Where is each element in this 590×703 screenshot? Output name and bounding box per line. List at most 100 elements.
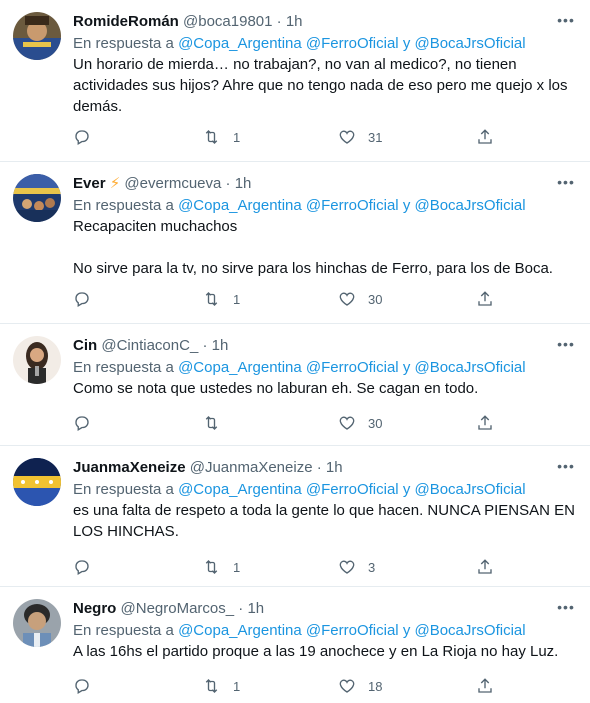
reply-button[interactable] — [73, 126, 91, 148]
like-button[interactable]: 31 — [338, 126, 382, 148]
display-name[interactable]: JuanmaXeneize — [73, 459, 186, 476]
tweet-header: Ever ⚡ @evermcueva · 1h — [73, 174, 576, 194]
reply-button[interactable] — [73, 288, 91, 310]
tweet-actions: 1 3 — [73, 556, 503, 578]
mention-conjunction: y — [402, 359, 411, 376]
mention-link[interactable]: @FerroOficial — [306, 359, 399, 376]
user-handle[interactable]: @evermcueva — [124, 175, 221, 192]
mention-conjunction: y — [402, 197, 411, 214]
share-icon — [478, 559, 492, 574]
share-icon — [478, 678, 492, 693]
user-handle[interactable]: @NegroMarcos_ — [121, 600, 235, 617]
mention-conjunction: y — [402, 622, 411, 639]
mention-link[interactable]: @FerroOficial — [306, 622, 399, 639]
mention-link[interactable]: @BocaJrsOficial — [414, 481, 525, 498]
display-name[interactable]: RomideRomán — [73, 13, 179, 30]
retweet-count: 1 — [233, 678, 241, 694]
heart-icon — [339, 292, 355, 306]
tweet-text: Como se nota que ustedes no laburan eh. … — [73, 380, 479, 397]
share-button[interactable] — [476, 556, 494, 578]
separator-dot: · — [276, 13, 282, 30]
tweet[interactable]: Ever ⚡ @evermcueva · 1h En respuesta a @… — [0, 162, 590, 324]
mention-link[interactable]: @Copa_Argentina — [178, 481, 302, 498]
avatar[interactable] — [13, 599, 61, 647]
retweet-count: 1 — [233, 559, 241, 575]
more-options-icon[interactable]: ••• — [556, 599, 576, 615]
separator-dot: · — [316, 459, 322, 476]
user-handle[interactable]: @JuanmaXeneize — [190, 459, 313, 476]
retweet-button[interactable]: 1 — [202, 675, 240, 697]
tweet-text: Recapaciten muchachos No sirve para la t… — [73, 218, 553, 277]
display-name[interactable]: Ever — [73, 175, 106, 192]
share-button[interactable] — [476, 288, 494, 310]
reply-prefix: En respuesta a — [73, 622, 174, 639]
like-button[interactable]: 30 — [338, 288, 382, 310]
more-options-icon[interactable]: ••• — [556, 336, 576, 352]
retweet-icon — [205, 679, 218, 693]
display-name[interactable]: Negro — [73, 600, 116, 617]
like-count: 30 — [368, 415, 383, 431]
retweet-count: 1 — [233, 129, 241, 145]
timestamp[interactable]: 1h — [212, 337, 229, 354]
timestamp[interactable]: 1h — [286, 13, 303, 30]
lightning-emoji: ⚡ — [109, 175, 121, 192]
mention-link[interactable]: @BocaJrsOficial — [414, 197, 525, 214]
reply-button[interactable] — [73, 412, 91, 434]
retweet-icon — [205, 292, 218, 306]
like-button[interactable]: 18 — [338, 675, 382, 697]
tweet[interactable]: RomideRomán @boca19801 · 1h En respuesta… — [0, 0, 590, 162]
like-button[interactable]: 30 — [338, 412, 382, 434]
reply-icon — [75, 560, 89, 575]
avatar[interactable] — [13, 12, 61, 60]
mention-link[interactable]: @BocaJrsOficial — [414, 35, 525, 52]
share-button[interactable] — [476, 126, 494, 148]
like-button[interactable]: 3 — [338, 556, 375, 578]
mention-link[interactable]: @FerroOficial — [306, 35, 399, 52]
share-icon — [478, 415, 492, 430]
share-icon — [478, 291, 492, 306]
retweet-button[interactable]: 1 — [202, 126, 240, 148]
reply-context: En respuesta a @Copa_Argentina @FerroOfi… — [73, 33, 576, 54]
retweet-button[interactable]: 1 — [202, 556, 240, 578]
mention-link[interactable]: @BocaJrsOficial — [414, 622, 525, 639]
reply-icon — [75, 130, 89, 145]
user-handle[interactable]: @CintiaconC_ — [101, 337, 198, 354]
retweet-icon — [205, 560, 218, 574]
heart-icon — [339, 130, 355, 144]
avatar[interactable] — [13, 174, 61, 222]
retweet-icon — [205, 130, 218, 144]
tweet[interactable]: Cin @CintiaconC_ · 1h En respuesta a @Co… — [0, 324, 590, 446]
tweet[interactable]: JuanmaXeneize @JuanmaXeneize · 1h En res… — [0, 446, 590, 587]
timestamp[interactable]: 1h — [247, 600, 264, 617]
tweet-header: Cin @CintiaconC_ · 1h — [73, 336, 576, 356]
reply-button[interactable] — [73, 675, 91, 697]
mention-link[interactable]: @Copa_Argentina — [178, 197, 302, 214]
tweet[interactable]: Negro @NegroMarcos_ · 1h En respuesta a … — [0, 587, 590, 703]
mention-link[interactable]: @FerroOficial — [306, 197, 399, 214]
retweet-icon — [205, 416, 218, 430]
avatar[interactable] — [13, 458, 61, 506]
mention-link[interactable]: @BocaJrsOficial — [414, 359, 525, 376]
more-options-icon[interactable]: ••• — [556, 458, 576, 474]
user-handle[interactable]: @boca19801 — [183, 13, 272, 30]
more-options-icon[interactable]: ••• — [556, 174, 576, 190]
mention-link[interactable]: @Copa_Argentina — [178, 359, 302, 376]
timestamp[interactable]: 1h — [235, 175, 252, 192]
display-name[interactable]: Cin — [73, 337, 97, 354]
reply-context: En respuesta a @Copa_Argentina @FerroOfi… — [73, 357, 576, 378]
retweet-button[interactable]: 1 — [202, 288, 240, 310]
timestamp[interactable]: 1h — [326, 459, 343, 476]
mention-link[interactable]: @Copa_Argentina — [178, 622, 302, 639]
share-button[interactable] — [476, 412, 494, 434]
avatar[interactable] — [13, 336, 61, 384]
tweet-header: JuanmaXeneize @JuanmaXeneize · 1h — [73, 458, 576, 478]
tweet-text: es una falta de respeto a toda la gente … — [73, 502, 575, 540]
retweet-button[interactable] — [202, 412, 233, 434]
mention-conjunction: y — [402, 481, 411, 498]
mention-link[interactable]: @FerroOficial — [306, 481, 399, 498]
mention-link[interactable]: @Copa_Argentina — [178, 35, 302, 52]
more-options-icon[interactable]: ••• — [556, 12, 576, 28]
reply-icon — [75, 292, 89, 307]
reply-button[interactable] — [73, 556, 91, 578]
share-button[interactable] — [476, 675, 494, 697]
